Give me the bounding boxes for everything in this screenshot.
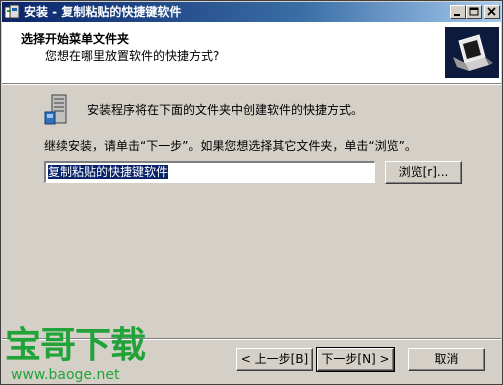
close-icon	[487, 7, 496, 16]
browse-button[interactable]: 浏览[r]...	[385, 161, 462, 184]
setup-program-icon	[44, 94, 67, 125]
start-menu-folder-input[interactable]: 复制粘贴的快捷键软件	[44, 161, 375, 183]
header-divider	[2, 83, 501, 85]
cancel-button[interactable]: 取消	[408, 348, 485, 371]
window-title: 安装 - 复制粘贴的快捷键软件	[24, 5, 182, 19]
next-button[interactable]: 下一步[N] >	[316, 347, 395, 372]
page-subtitle: 您想在哪里放置软件的快捷方式?	[45, 49, 220, 63]
watermark-url: www.baoge.net	[11, 367, 120, 383]
computer-box-icon	[445, 27, 499, 78]
setup-wizard-window: 安装 - 复制粘贴的快捷键软件 选择开始菜单文件夹 您想在哪里放置软件的快捷方式…	[0, 0, 503, 385]
minimize-icon	[454, 14, 460, 16]
intro-text: 安装程序将在下面的文件夹中创建软件的快捷方式。	[87, 103, 364, 117]
watermark-brand: 宝哥下载	[5, 325, 146, 366]
title-bar[interactable]: 安装 - 复制粘贴的快捷键软件	[2, 2, 501, 22]
wizard-header: 选择开始菜单文件夹 您想在哪里放置软件的快捷方式?	[2, 22, 501, 83]
page-title: 选择开始菜单文件夹	[21, 32, 130, 46]
maximize-button[interactable]	[466, 5, 482, 19]
back-button[interactable]: < 上一步[B]	[236, 348, 313, 371]
minimize-button[interactable]	[450, 5, 466, 19]
close-button[interactable]	[484, 5, 500, 19]
instruction-text: 继续安装，请单击“下一步”。如果您想选择其它文件夹，单击“浏览”。	[44, 139, 417, 153]
setup-app-icon	[4, 4, 20, 19]
folder-input-value: 复制粘贴的快捷键软件	[48, 165, 169, 179]
maximize-icon	[469, 7, 479, 16]
